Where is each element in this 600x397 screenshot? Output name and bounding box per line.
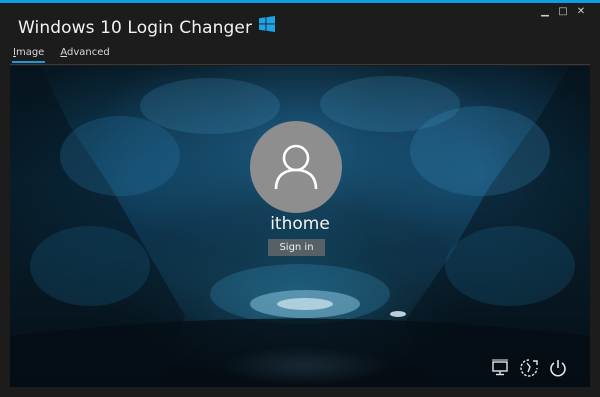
tab-image[interactable]: Image: [12, 47, 46, 63]
ease-of-access-icon[interactable]: [519, 358, 539, 378]
tab-bar: Image Advanced: [12, 47, 111, 63]
minimize-button[interactable]: ▁: [536, 5, 554, 19]
maximize-button[interactable]: □: [554, 5, 572, 19]
title-bar: Windows 10 Login Changer: [18, 14, 276, 42]
windows-logo-icon: [259, 16, 276, 32]
tab-advanced[interactable]: Advanced: [59, 47, 110, 63]
window-controls: ▁ □ ✕: [536, 5, 590, 19]
tab-divider: [10, 64, 590, 65]
power-icon[interactable]: [548, 358, 568, 378]
username-label: ithome: [270, 214, 330, 234]
window-accent-line: [0, 0, 600, 3]
login-screen-preview[interactable]: ithome Sign in: [10, 66, 590, 387]
user-avatar[interactable]: [250, 121, 342, 213]
app-title: Windows 10 Login Changer: [18, 18, 253, 38]
sign-in-button[interactable]: Sign in: [268, 239, 325, 256]
user-icon: [274, 144, 318, 190]
system-tray: [490, 358, 568, 378]
close-button[interactable]: ✕: [572, 5, 590, 19]
network-icon[interactable]: [490, 358, 510, 378]
